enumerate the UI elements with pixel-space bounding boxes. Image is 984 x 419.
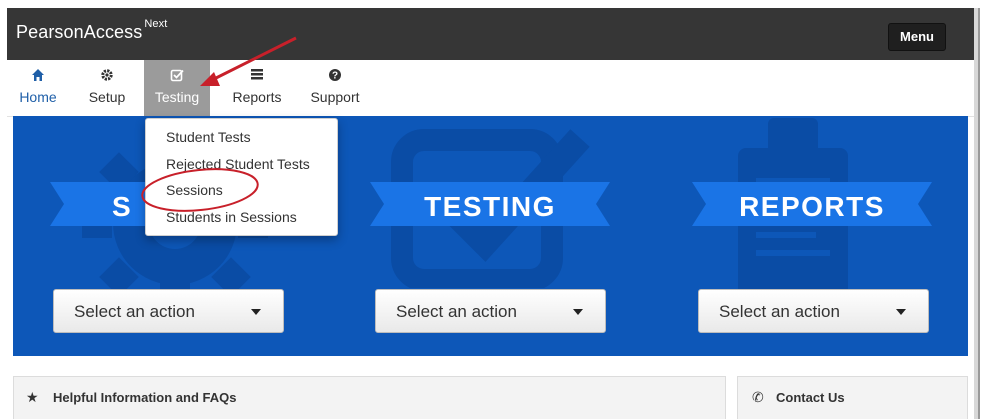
main-nav: Home Setup Testing Reports ? Support: [7, 60, 974, 117]
testing-dropdown-menu: Student Tests Rejected Student Tests Ses…: [145, 118, 338, 236]
nav-testing-label: Testing: [154, 89, 200, 105]
list-icon: [225, 68, 289, 86]
brand-superscript: Next: [144, 18, 168, 30]
brand-logo[interactable]: PearsonAccess Next: [16, 18, 167, 43]
top-header-bar: PearsonAccess Next Menu: [7, 8, 974, 60]
nav-support[interactable]: ? Support: [303, 60, 367, 117]
svg-text:?: ?: [332, 71, 338, 82]
window-edge-shadow: [978, 8, 980, 419]
contact-us-title[interactable]: Contact Us: [776, 390, 845, 405]
menu-item-students-in-sessions[interactable]: Students in Sessions: [166, 209, 297, 225]
reports-action-select[interactable]: Select an action: [698, 289, 929, 333]
nav-setup[interactable]: Setup: [77, 60, 137, 117]
nav-testing[interactable]: Testing: [144, 60, 210, 117]
setup-action-select[interactable]: Select an action: [53, 289, 284, 333]
nav-reports-label: Reports: [232, 89, 282, 105]
check-square-icon: [144, 68, 210, 86]
nav-setup-label: Setup: [88, 89, 126, 105]
reports-title: REPORTS: [739, 191, 885, 222]
helpful-info-panel: ★ Helpful Information and FAQs: [13, 376, 726, 419]
menu-button[interactable]: Menu: [888, 23, 946, 51]
setup-action-label: Select an action: [74, 302, 195, 321]
caret-down-icon: [573, 309, 583, 315]
menu-item-sessions[interactable]: Sessions: [166, 182, 223, 198]
testing-action-select[interactable]: Select an action: [375, 289, 606, 333]
gear-icon: [77, 68, 137, 86]
caret-down-icon: [896, 309, 906, 315]
question-circle-icon: ?: [303, 68, 367, 86]
nav-home[interactable]: Home: [7, 60, 69, 117]
caret-down-icon: [251, 309, 261, 315]
nav-support-label: Support: [310, 89, 360, 105]
nav-home-label: Home: [19, 89, 57, 105]
home-icon: [7, 68, 69, 86]
phone-icon: ✆: [752, 389, 764, 405]
helpful-info-title[interactable]: Helpful Information and FAQs: [53, 390, 236, 405]
star-icon: ★: [26, 389, 39, 405]
testing-title: TESTING: [424, 191, 556, 222]
reports-action-label: Select an action: [719, 302, 840, 321]
nav-reports[interactable]: Reports: [225, 60, 289, 117]
brand-name: PearsonAccess: [16, 22, 143, 42]
menu-item-rejected-student-tests[interactable]: Rejected Student Tests: [166, 156, 310, 172]
contact-us-panel: ✆ Contact Us: [737, 376, 968, 419]
menu-item-student-tests[interactable]: Student Tests: [166, 129, 251, 145]
testing-action-label: Select an action: [396, 302, 517, 321]
